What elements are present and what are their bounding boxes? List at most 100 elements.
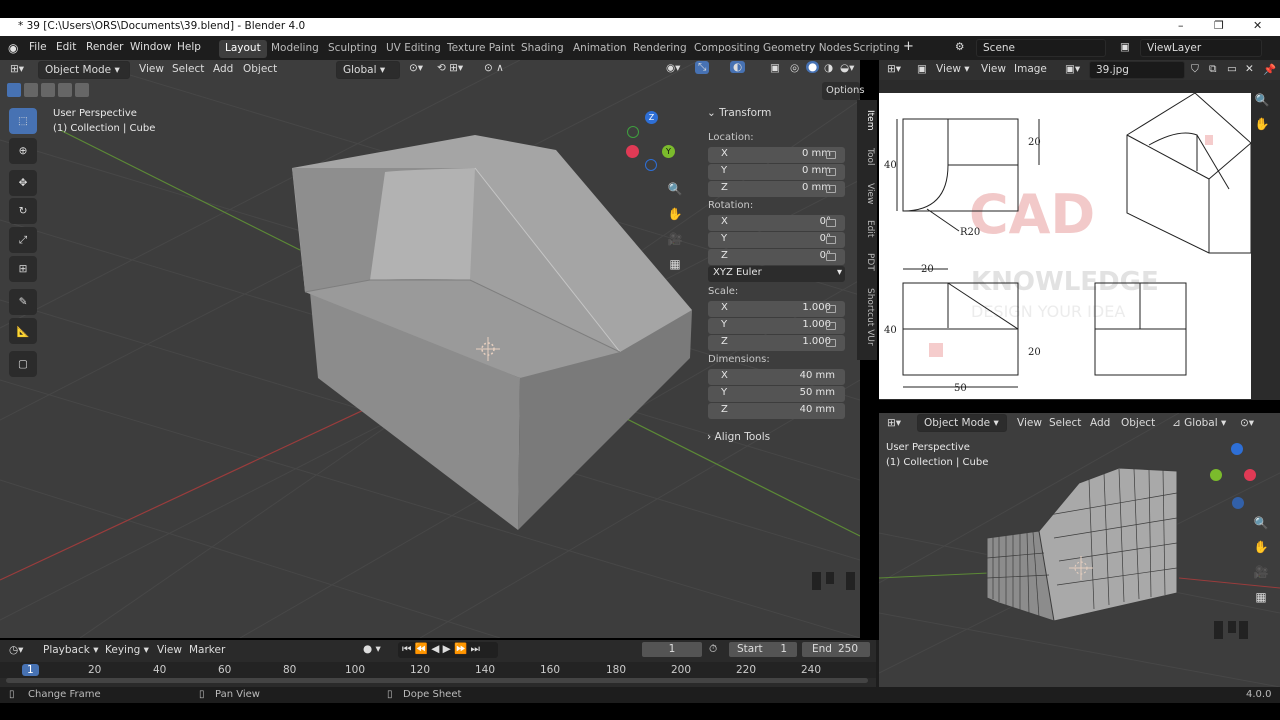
tab-uv-editing[interactable]: UV Editing: [380, 40, 447, 58]
location-z-field[interactable]: Z0 mm: [708, 181, 845, 197]
gizmo-2-neg-z-axis[interactable]: [1232, 497, 1244, 509]
select-invert-icon[interactable]: [58, 83, 72, 97]
location-y-field[interactable]: Y0 mm: [708, 164, 845, 180]
scene-icon[interactable]: ⚙: [955, 41, 964, 53]
viewport-2-pivot-icon[interactable]: ⊙▾: [1240, 417, 1254, 429]
select-subtract-icon[interactable]: [41, 83, 55, 97]
image-editor-type-icon[interactable]: ⊞▾: [887, 63, 901, 75]
image-pan-icon[interactable]: ✋: [1251, 113, 1273, 135]
image-menu-view[interactable]: View: [981, 63, 1006, 75]
tab-geometry-nodes[interactable]: Geometry Nodes: [757, 40, 858, 58]
image-browse-icon[interactable]: ▣▾: [1065, 63, 1080, 75]
menu-file[interactable]: File: [29, 41, 47, 53]
lock-rotation-x-icon[interactable]: [826, 219, 836, 227]
editor-type-icon[interactable]: ⊞▾: [10, 63, 24, 75]
cursor-tool-icon[interactable]: ⊕: [9, 138, 37, 164]
image-menu-image[interactable]: Image: [1014, 63, 1047, 75]
solid-shading-icon[interactable]: ●: [806, 61, 820, 73]
dimensions-y-field[interactable]: Y 50 mm: [708, 386, 845, 402]
pin-icon[interactable]: 📌: [1263, 63, 1276, 76]
transform-tool-icon[interactable]: ⊞: [9, 256, 37, 282]
tab-compositing[interactable]: Compositing: [688, 40, 766, 58]
rotate-tool-icon[interactable]: ↻: [9, 198, 37, 224]
prev-keyframe-icon[interactable]: ⏪: [415, 643, 428, 655]
dimensions-x-field[interactable]: X 40 mm: [708, 369, 845, 385]
wireframe-shading-icon[interactable]: ◎: [790, 62, 799, 74]
jump-start-icon[interactable]: ⏮: [402, 643, 411, 655]
gizmo-x-axis[interactable]: [626, 145, 639, 158]
rotation-mode-dropdown[interactable]: XYZ Euler ▾: [708, 266, 845, 282]
lock-location-y-icon[interactable]: [826, 168, 836, 176]
options-dropdown[interactable]: Options: [822, 82, 865, 100]
duplicate-image-icon[interactable]: ⧉: [1209, 63, 1217, 76]
scale-x-field[interactable]: X 1.000: [708, 301, 845, 317]
minimize-button[interactable]: –: [1178, 19, 1184, 32]
tab-modeling[interactable]: Modeling: [265, 40, 325, 58]
tab-pdt[interactable]: PDT: [859, 253, 875, 271]
viewport-2-grid-icon[interactable]: ▦: [1250, 586, 1272, 608]
annotate-tool-icon[interactable]: ✎: [9, 289, 37, 315]
viewport-2-menu-select[interactable]: Select: [1049, 417, 1081, 429]
timeline-playback-menu[interactable]: Playback ▾: [43, 644, 98, 656]
timeline-keying-menu[interactable]: Keying ▾: [105, 644, 149, 656]
rotation-z-field[interactable]: Z 0°: [708, 249, 845, 265]
move-tool-icon[interactable]: ✥: [9, 170, 37, 196]
select-box-tool-icon[interactable]: ⬚: [9, 108, 37, 134]
viewport-menu-object[interactable]: Object: [243, 63, 277, 75]
frame-cursor[interactable]: 1: [22, 664, 39, 676]
tab-shortcut-vur[interactable]: Shortcut VUr: [859, 288, 875, 346]
viewport-menu-add[interactable]: Add: [213, 63, 233, 75]
rendered-shading-icon[interactable]: ◒▾: [840, 62, 854, 74]
close-window-button[interactable]: ✕: [1253, 19, 1262, 32]
tab-shading[interactable]: Shading: [515, 40, 570, 58]
fake-user-icon[interactable]: ⛉: [1191, 63, 1199, 76]
align-tools-panel-header[interactable]: › Align Tools: [707, 431, 770, 443]
timeline-view-menu[interactable]: View: [157, 644, 182, 656]
transform-orientation-dropdown[interactable]: Global ▾: [336, 61, 400, 79]
tab-rendering[interactable]: Rendering: [627, 40, 693, 58]
scene-selector[interactable]: Scene: [976, 39, 1106, 57]
jump-end-icon[interactable]: ⏭: [470, 643, 479, 655]
add-cube-tool-icon[interactable]: ▢: [9, 351, 37, 377]
viewport-2-camera-icon[interactable]: 🎥: [1250, 561, 1272, 583]
timeline-scrollbar[interactable]: [6, 678, 868, 683]
camera-icon[interactable]: 🎥: [664, 228, 686, 250]
tab-scripting[interactable]: Scripting: [847, 40, 906, 58]
viewport-2-editor-type-icon[interactable]: ⊞▾: [887, 417, 901, 429]
viewport-2-navigation-gizmo[interactable]: [1208, 443, 1258, 513]
timeline-marker-menu[interactable]: Marker: [189, 644, 225, 656]
tab-view[interactable]: View: [859, 183, 875, 204]
maximize-button[interactable]: ❐: [1214, 19, 1224, 32]
rotation-x-field[interactable]: X 0°: [708, 215, 845, 231]
start-frame-field[interactable]: Start 1: [728, 641, 798, 658]
add-workspace-icon[interactable]: +: [903, 39, 914, 54]
pivot-point-icon[interactable]: ⊙▾: [409, 62, 423, 74]
lock-rotation-z-icon[interactable]: [826, 253, 836, 261]
location-x-field[interactable]: X0 mm: [708, 147, 845, 163]
rotation-y-field[interactable]: Y 0°: [708, 232, 845, 248]
record-keyframe-icon[interactable]: ● ▾: [363, 643, 381, 655]
image-zoom-icon[interactable]: 🔍: [1251, 89, 1273, 111]
object-mode-dropdown[interactable]: Object Mode ▾: [38, 61, 130, 79]
visibility-icon[interactable]: ◉▾: [666, 62, 680, 74]
scale-z-field[interactable]: Z 1.000: [708, 335, 845, 351]
play-icon[interactable]: ▶: [443, 643, 451, 655]
menu-edit[interactable]: Edit: [56, 41, 76, 53]
open-image-icon[interactable]: ▭: [1227, 63, 1237, 75]
menu-help[interactable]: Help: [177, 41, 201, 53]
viewport-2-orientation-dropdown[interactable]: ⊿ Global ▾: [1172, 417, 1226, 429]
gizmo-neg-z-axis[interactable]: [645, 159, 657, 171]
timeline-editor-type-icon[interactable]: ◷▾: [9, 644, 23, 656]
gizmo-z-axis[interactable]: Z: [645, 111, 658, 124]
tab-texture-paint[interactable]: Texture Paint: [441, 40, 521, 58]
end-frame-field[interactable]: End 250: [801, 641, 871, 658]
image-menu-view-dropdown[interactable]: View ▾: [936, 63, 970, 75]
navigation-gizmo[interactable]: Z Y: [624, 110, 684, 172]
scale-y-field[interactable]: Y 1.000: [708, 318, 845, 334]
gizmo-2-x-axis[interactable]: [1244, 469, 1256, 481]
transform-panel-header[interactable]: ⌄ Transform: [707, 107, 771, 119]
scale-tool-icon[interactable]: ⤢: [9, 227, 37, 253]
select-new-icon[interactable]: [7, 83, 21, 97]
lock-scale-x-icon[interactable]: [826, 305, 836, 313]
play-reverse-icon[interactable]: ◀: [431, 643, 439, 655]
